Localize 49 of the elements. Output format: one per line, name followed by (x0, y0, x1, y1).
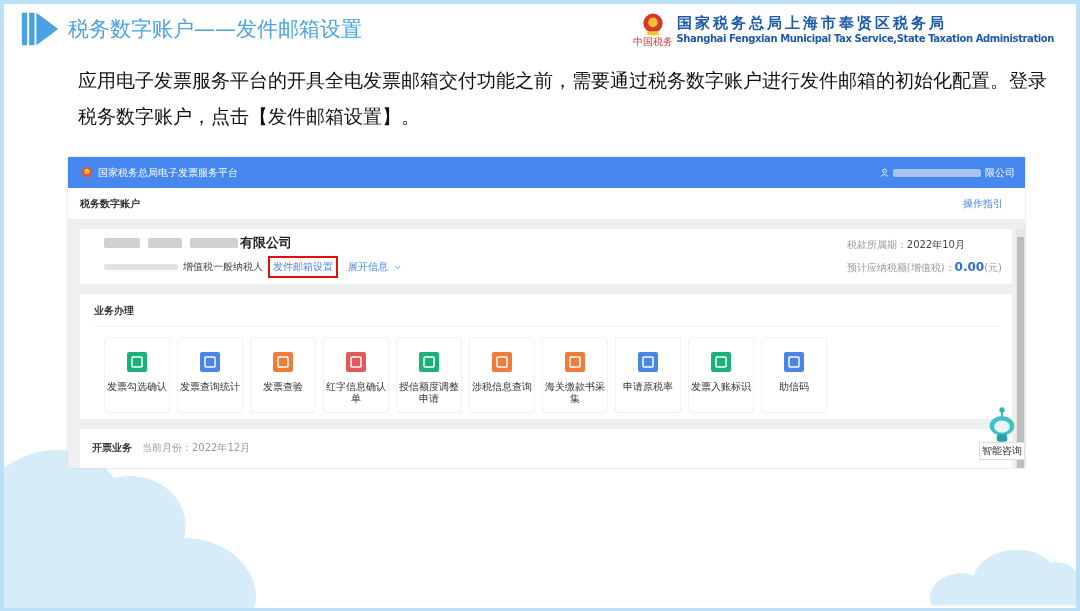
service-tile[interactable]: 发票查询统计 (177, 336, 243, 413)
service-tile[interactable]: 海关缴款书采集 (542, 336, 608, 413)
service-tile[interactable]: 发票入账标识 (688, 336, 754, 413)
service-tile[interactable]: 发票勾选确认 (104, 336, 170, 413)
redacted-text (190, 238, 238, 249)
organization-name-english: Shanghai Fengxian Municipal Tax Service,State Taxation Administration (676, 33, 1054, 44)
current-month: 当前月份：2022年12月 (142, 441, 251, 456)
company-name: 有限公司 (240, 234, 292, 253)
period-label: 税款所属期： (846, 237, 907, 252)
tile-label: 涉税信息查询 (471, 380, 533, 393)
tile-label: 红字信息确认单 (325, 380, 387, 405)
tile-label: 发票入账标识 (690, 380, 752, 393)
tile-label: 发票查验 (262, 380, 304, 393)
slide-title: 税务数字账户——发件邮箱设置 (68, 16, 362, 43)
redacted-text (104, 238, 140, 249)
motto-text: 中国税务 (632, 35, 673, 47)
tile-label: 海关缴款书采集 (544, 380, 606, 405)
platform-title: 国家税务总局电子发票服务平台 (98, 165, 238, 180)
emblem-icon (80, 165, 94, 180)
tax-label: 预计应纳税额(增值税)： (846, 260, 955, 275)
tile-label: 助信码 (778, 380, 810, 393)
paragraph: 应用电子发票服务平台的开具全电发票邮箱交付功能之前，需要通过税务数字账户进行发件邮箱的初始化配置。登录税务数字账户，点击【发件邮箱设置】。 (78, 68, 1048, 129)
service-tile[interactable]: 授信额度调整申请 (396, 336, 462, 413)
period-value: 2022年10月 (906, 237, 965, 252)
section-title: 开票业务 (92, 441, 132, 456)
chevron-down-icon (394, 263, 401, 271)
link[interactable]: 展开信息 (343, 256, 393, 279)
tile-label: 申请原税率 (622, 380, 674, 393)
redacted-text (148, 238, 182, 249)
service-tile[interactable]: 涉税信息查询 (469, 336, 535, 413)
taxpayer-type: 增值税一般纳税人 (183, 260, 263, 275)
robot-drawing (987, 406, 1017, 442)
organization-name: 国家税务总局上海市奉贤区税务局 (676, 14, 948, 33)
tile-label: 发票查询统计 (179, 380, 241, 393)
service-tile[interactable]: 红字信息确认单 (323, 336, 389, 413)
service-tile[interactable]: 助信码 (761, 336, 827, 413)
unit-label: (元) (984, 260, 1002, 275)
guide-link[interactable]: 操作指引 (963, 196, 1003, 211)
assistant-label[interactable]: 智能咨询 (979, 442, 1025, 460)
service-tile[interactable]: 申请原税率 (615, 336, 681, 413)
tile-label: 授信额度调整申请 (398, 380, 460, 405)
user-icon (880, 168, 889, 177)
tile-label: 发票勾选确认 (106, 380, 168, 393)
section-title: 业务办理 (94, 303, 1000, 327)
link[interactable]: 发件邮箱设置 (268, 256, 338, 279)
tax-amount: 0.00 (954, 259, 985, 274)
emblem-icon (640, 11, 665, 36)
service-tile[interactable]: 发票查验 (250, 336, 316, 413)
page-title: 税务数字账户 (80, 196, 140, 211)
